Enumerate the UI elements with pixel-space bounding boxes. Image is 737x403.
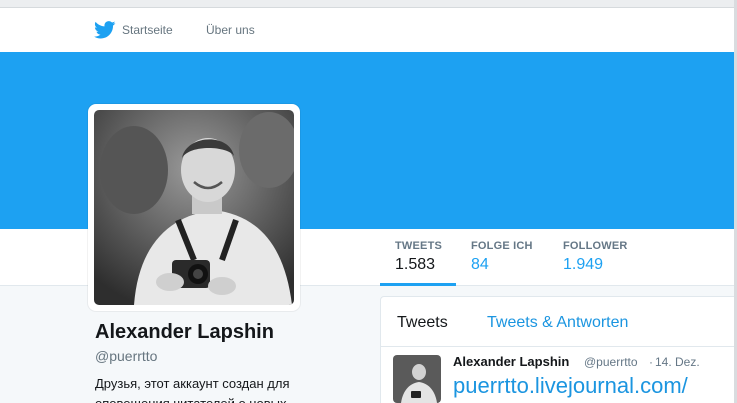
stat-following-value: 84 [471,256,489,273]
stat-tweets-value: 1.583 [395,256,436,273]
nav-home-link[interactable]: Startseite [94,8,173,52]
twitter-bird-icon [94,21,116,39]
profile-avatar-frame[interactable] [88,104,300,311]
nav-about-link[interactable]: Über uns [206,8,255,52]
tweet-author-handle: @puerrtto [584,355,638,369]
profile-handle: @puerrtto [95,348,158,364]
nav-home-label: Startseite [122,23,173,37]
stat-followers-label: FOLLOWER [563,240,628,252]
profile-avatar-photo [94,110,294,305]
stat-followers-value: 1.949 [563,256,604,273]
nav-about-label: Über uns [206,23,255,37]
tweet-meta-separator: · [649,355,653,369]
tweet-link[interactable]: puerrtto.livejournal.com/ [453,373,688,399]
stat-tweets[interactable]: TWEETS 1.583 [395,240,442,274]
stat-following-label: FOLGE ICH [471,240,533,252]
browser-top-edge [0,0,737,8]
stat-followers[interactable]: FOLLOWER 1.949 [563,240,628,274]
timeline-tabs: Tweets Tweets & Antworten [381,297,737,347]
profile-bio: Друзья, этот аккаунт создан для оповещен… [95,376,290,403]
stat-active-indicator [380,283,456,286]
tweet-author-avatar[interactable] [393,355,441,403]
timeline-panel: Tweets Tweets & Antworten Alexander Laps… [380,296,737,403]
profile-name[interactable]: Alexander Lapshin [95,321,274,344]
stat-following[interactable]: FOLGE ICH 84 [471,240,533,274]
tab-tweets-and-replies[interactable]: Tweets & Antworten [487,314,628,332]
tab-tweets[interactable]: Tweets [397,314,448,332]
stat-tweets-label: TWEETS [395,240,443,252]
tweet-date[interactable]: 14. Dez. [655,355,700,369]
tweet-author-name[interactable]: Alexander Lapshin [453,354,569,369]
